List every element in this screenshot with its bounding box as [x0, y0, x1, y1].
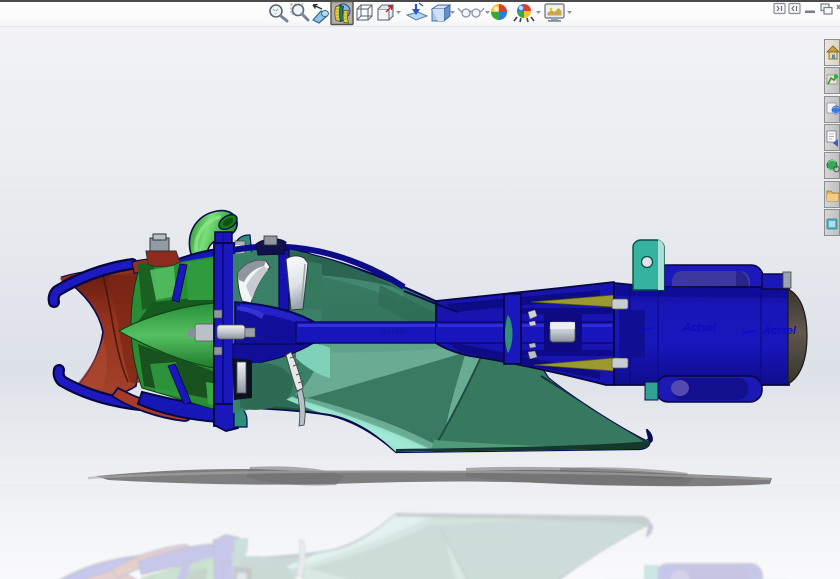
- svg-text:Actsel: Actsel: [261, 323, 290, 333]
- svg-text:Actsel: Actsel: [682, 322, 717, 334]
- svg-text:Actsel: Actsel: [379, 326, 408, 336]
- svg-text:Actsel: Actsel: [762, 325, 797, 337]
- svg-text:Actsel: Actsel: [267, 334, 296, 344]
